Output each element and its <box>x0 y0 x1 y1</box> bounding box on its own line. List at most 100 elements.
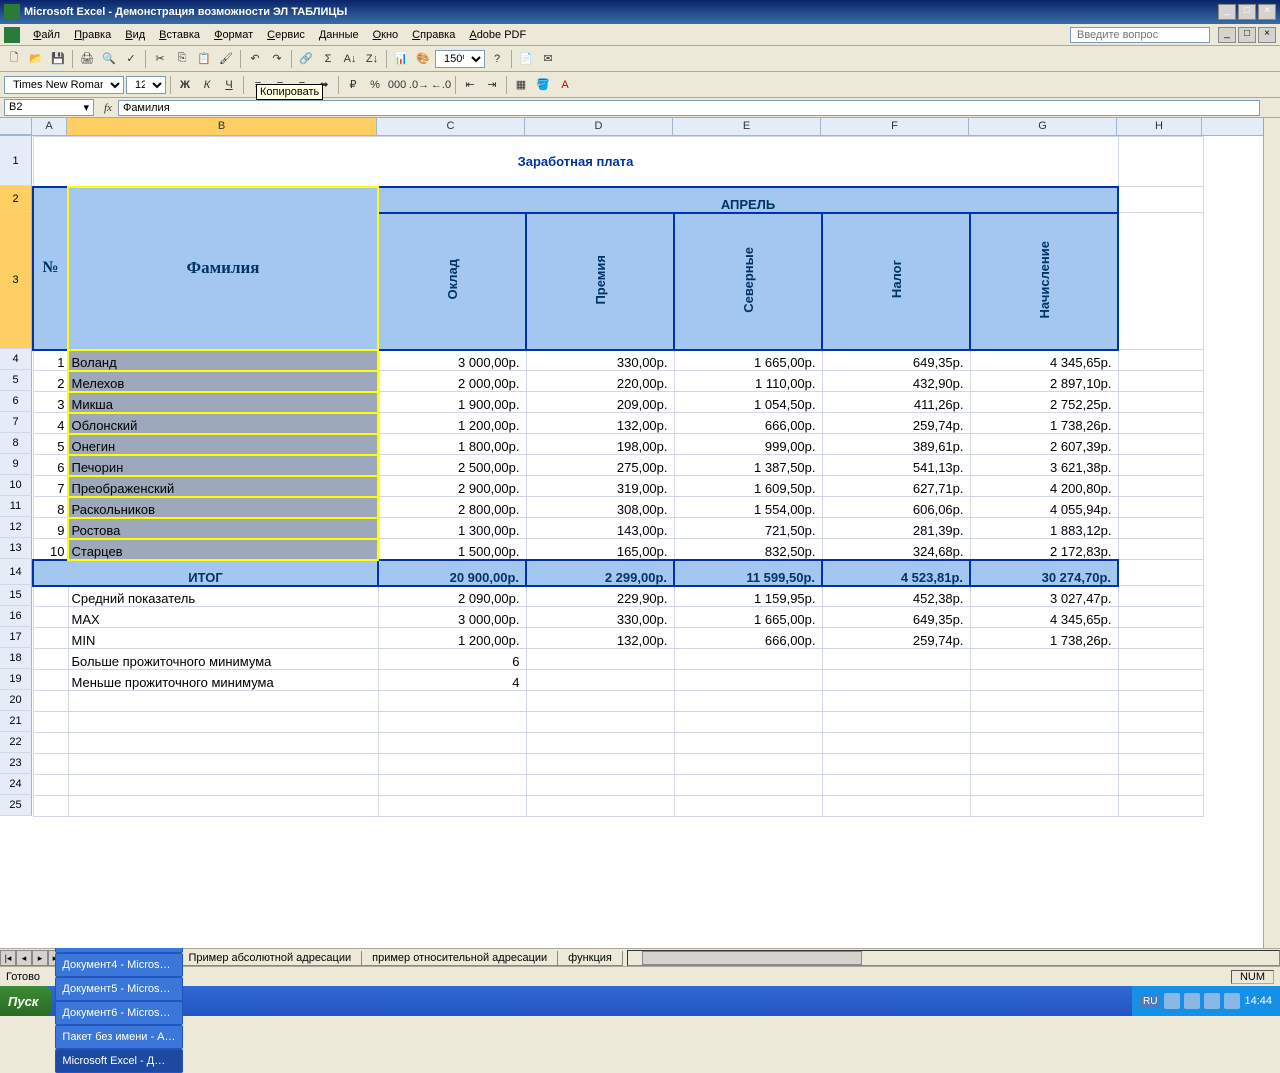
menu-вид[interactable]: Вид <box>118 27 152 43</box>
menu-правка[interactable]: Правка <box>67 27 118 43</box>
borders-icon[interactable]: ▦ <box>511 75 531 95</box>
font-name-select[interactable]: Times New Roman <box>4 76 124 94</box>
workbook-restore[interactable]: □ <box>1238 27 1256 43</box>
inc-decimal-icon[interactable]: .0→ <box>409 75 429 95</box>
sum-icon[interactable]: Σ <box>318 49 338 69</box>
chart-icon[interactable]: 📊 <box>391 49 411 69</box>
sort-asc-icon[interactable]: A↓ <box>340 49 360 69</box>
row-header-23[interactable]: 23 <box>0 753 32 774</box>
row-header-25[interactable]: 25 <box>0 795 32 816</box>
drawing-icon[interactable]: 🎨 <box>413 49 433 69</box>
tray-icon[interactable] <box>1184 993 1200 1009</box>
spreadsheet-grid[interactable]: ABCDEFGH 1234567891011121314151617181920… <box>0 118 1280 948</box>
row-header-21[interactable]: 21 <box>0 711 32 732</box>
close-button[interactable]: × <box>1258 4 1276 20</box>
row-header-19[interactable]: 19 <box>0 669 32 690</box>
row-header-3[interactable]: 3 <box>0 212 32 349</box>
minimize-button[interactable]: _ <box>1218 4 1236 20</box>
paste-icon[interactable]: 📋 <box>194 49 214 69</box>
row-header-2[interactable]: 2 <box>0 186 32 212</box>
col-header-F[interactable]: F <box>821 118 969 135</box>
col-header-B[interactable]: B <box>67 118 377 135</box>
restore-button[interactable]: □ <box>1238 4 1256 20</box>
font-color-icon[interactable]: A <box>555 75 575 95</box>
comma-icon[interactable]: 000 <box>387 75 407 95</box>
row-header-10[interactable]: 10 <box>0 475 32 496</box>
col-header-C[interactable]: C <box>377 118 525 135</box>
menu-окно[interactable]: Окно <box>366 27 406 43</box>
clock[interactable]: 14:44 <box>1244 995 1272 1007</box>
row-header-8[interactable]: 8 <box>0 433 32 454</box>
print-icon[interactable]: 🖨 <box>77 49 97 69</box>
copy-icon[interactable]: ⎘ <box>172 49 192 69</box>
row-header-9[interactable]: 9 <box>0 454 32 475</box>
link-icon[interactable]: 🔗 <box>296 49 316 69</box>
row-header-17[interactable]: 17 <box>0 627 32 648</box>
fx-button[interactable]: fx <box>98 102 118 114</box>
taskbar-item[interactable]: Microsoft Excel - Д… <box>55 1049 182 1073</box>
zoom-select[interactable]: 150% <box>435 50 485 68</box>
row-header-6[interactable]: 6 <box>0 391 32 412</box>
system-tray[interactable]: RU 14:44 <box>1132 986 1280 1016</box>
tab-next[interactable]: ▸ <box>32 950 48 966</box>
spell-icon[interactable]: ✓ <box>121 49 141 69</box>
cut-icon[interactable]: ✂ <box>150 49 170 69</box>
row-header-5[interactable]: 5 <box>0 370 32 391</box>
menu-вставка[interactable]: Вставка <box>152 27 207 43</box>
row-header-1[interactable]: 1 <box>0 136 32 186</box>
sheet-tab-3[interactable]: пример относительной адресации <box>361 951 558 966</box>
dec-decimal-icon[interactable]: ←.0 <box>431 75 451 95</box>
ask-question-box[interactable] <box>1070 27 1210 43</box>
col-header-H[interactable]: H <box>1117 118 1202 135</box>
menu-сервис[interactable]: Сервис <box>260 27 312 43</box>
row-header-4[interactable]: 4 <box>0 349 32 370</box>
undo-icon[interactable]: ↶ <box>245 49 265 69</box>
select-all-corner[interactable] <box>0 118 32 135</box>
taskbar-item[interactable]: Документ4 - Micros… <box>55 953 182 977</box>
row-header-24[interactable]: 24 <box>0 774 32 795</box>
italic-button[interactable]: К <box>197 75 217 95</box>
pdf-mail-icon[interactable]: ✉ <box>538 49 558 69</box>
col-header-G[interactable]: G <box>969 118 1117 135</box>
underline-button[interactable]: Ч <box>219 75 239 95</box>
menu-формат[interactable]: Формат <box>207 27 260 43</box>
dec-indent-icon[interactable]: ⇤ <box>460 75 480 95</box>
sheet-tab-4[interactable]: функция <box>557 951 623 966</box>
font-size-select[interactable]: 12 <box>126 76 166 94</box>
col-header-E[interactable]: E <box>673 118 821 135</box>
col-header-A[interactable]: A <box>32 118 67 135</box>
name-box[interactable]: B2▾ <box>4 99 94 116</box>
sheet-tab-2[interactable]: Пример абсолютной адресации <box>177 951 362 966</box>
row-header-7[interactable]: 7 <box>0 412 32 433</box>
taskbar-item[interactable]: Документ5 - Micros… <box>55 977 182 1001</box>
open-icon[interactable]: 📂 <box>26 49 46 69</box>
row-header-13[interactable]: 13 <box>0 538 32 559</box>
menu-справка[interactable]: Справка <box>405 27 462 43</box>
row-header-22[interactable]: 22 <box>0 732 32 753</box>
start-button[interactable]: Пуск <box>0 986 52 1016</box>
taskbar-item[interactable]: Пакет без имени - A… <box>55 1025 182 1049</box>
currency-icon[interactable]: ₽ <box>343 75 363 95</box>
row-header-18[interactable]: 18 <box>0 648 32 669</box>
sort-desc-icon[interactable]: Z↓ <box>362 49 382 69</box>
lang-indicator[interactable]: RU <box>1140 995 1160 1008</box>
preview-icon[interactable]: 🔍 <box>99 49 119 69</box>
format-painter-icon[interactable]: 🖌 <box>216 49 236 69</box>
row-header-20[interactable]: 20 <box>0 690 32 711</box>
tab-first[interactable]: |◂ <box>0 950 16 966</box>
inc-indent-icon[interactable]: ⇥ <box>482 75 502 95</box>
new-icon[interactable]: 🗋 <box>4 49 24 69</box>
tray-icon[interactable] <box>1204 993 1220 1009</box>
menu-adobe pdf[interactable]: Adobe PDF <box>462 27 533 43</box>
pdf-icon[interactable]: 📄 <box>516 49 536 69</box>
menu-данные[interactable]: Данные <box>312 27 366 43</box>
col-header-D[interactable]: D <box>525 118 673 135</box>
workbook-minimize[interactable]: _ <box>1218 27 1236 43</box>
row-header-16[interactable]: 16 <box>0 606 32 627</box>
formula-input[interactable]: Фамилия <box>118 100 1260 116</box>
horizontal-scrollbar[interactable] <box>627 950 1280 966</box>
row-header-12[interactable]: 12 <box>0 517 32 538</box>
vertical-scrollbar[interactable] <box>1263 118 1280 948</box>
help-icon[interactable]: ? <box>487 49 507 69</box>
redo-icon[interactable]: ↷ <box>267 49 287 69</box>
